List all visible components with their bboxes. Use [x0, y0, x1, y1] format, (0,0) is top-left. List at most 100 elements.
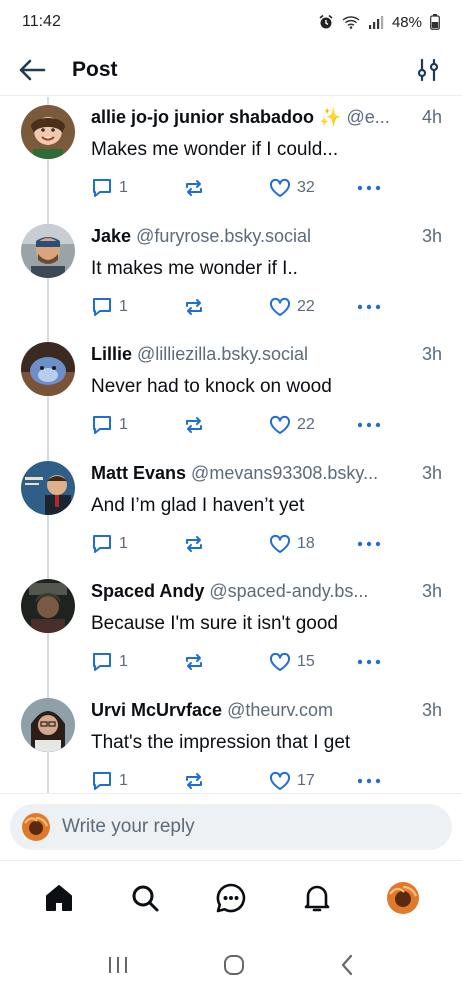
reply-count: 1 — [119, 653, 128, 670]
nav-notifications[interactable] — [293, 874, 341, 922]
reply-icon — [93, 653, 111, 671]
more-options-button[interactable] — [357, 778, 381, 784]
like-button[interactable]: 15 — [269, 652, 357, 672]
like-count: 22 — [297, 297, 315, 315]
system-nav-bar — [0, 935, 462, 1000]
reply-button[interactable]: 1 — [91, 533, 183, 555]
thread-post[interactable]: Urvi McUrvface @theurv.com 3h That's the… — [0, 689, 462, 793]
repost-icon — [186, 772, 202, 789]
thread-connector — [47, 571, 49, 579]
thread: allie jo-jo junior shabadoo ✨ @e... 4h M… — [0, 97, 462, 793]
post-timestamp[interactable]: 3h — [422, 344, 442, 365]
reply-icon — [93, 297, 111, 316]
thread-connector — [47, 215, 49, 224]
reply-button[interactable]: 1 — [91, 651, 183, 673]
more-options-button[interactable] — [357, 304, 381, 310]
battery-icon — [430, 14, 440, 30]
post-author-name[interactable]: Spaced Andy — [91, 581, 204, 601]
like-button[interactable]: 22 — [269, 297, 357, 317]
ellipsis-icon — [357, 541, 381, 546]
reply-icon — [93, 771, 111, 790]
post-author-name[interactable]: Lillie — [91, 344, 132, 364]
repost-button[interactable] — [183, 771, 269, 791]
home-system-button[interactable] — [222, 953, 246, 982]
post-author-handle[interactable]: @mevans93308.bsky... — [191, 463, 378, 483]
thread-post[interactable]: Spaced Andy @spaced-andy.bs... 3h Becaus… — [0, 571, 462, 690]
recent-apps-icon — [108, 957, 127, 973]
post-author-handle[interactable]: @spaced-andy.bs... — [209, 581, 368, 601]
avatar[interactable] — [21, 579, 75, 633]
more-options-button[interactable] — [357, 422, 381, 428]
repost-button[interactable] — [183, 178, 269, 198]
nav-home[interactable] — [35, 874, 83, 922]
ellipsis-icon — [357, 422, 381, 428]
repost-button[interactable] — [183, 534, 269, 554]
avatar[interactable] — [21, 105, 75, 159]
thread-post[interactable]: Lillie @lilliezilla.bsky.social 3h Never… — [0, 334, 462, 453]
like-button[interactable]: 18 — [269, 534, 357, 554]
heart-icon — [269, 652, 291, 671]
reply-count: 1 — [119, 179, 128, 196]
post-author-handle[interactable]: @furyrose.bsky.social — [136, 226, 311, 246]
post-author-name[interactable]: allie jo-jo junior shabadoo ✨ — [91, 107, 341, 127]
nav-search[interactable] — [121, 874, 169, 922]
repost-button[interactable] — [183, 652, 269, 672]
reply-placeholder: Write your reply — [62, 816, 195, 837]
post-timestamp[interactable]: 4h — [422, 107, 442, 128]
page-title: Post — [72, 57, 118, 81]
nav-profile[interactable] — [379, 874, 427, 922]
reply-count: 1 — [119, 297, 128, 315]
reply-button[interactable]: 1 — [91, 177, 183, 199]
recent-apps-button[interactable] — [107, 955, 129, 980]
chat-icon — [216, 883, 246, 912]
post-timestamp[interactable]: 3h — [422, 226, 442, 247]
more-options-button[interactable] — [357, 541, 381, 547]
thread-post[interactable]: allie jo-jo junior shabadoo ✨ @e... 4h M… — [0, 97, 462, 216]
reply-button[interactable]: 1 — [91, 296, 183, 318]
reply-input[interactable]: Write your reply — [10, 804, 452, 850]
repost-icon — [186, 654, 202, 670]
avatar[interactable] — [21, 697, 75, 752]
repost-button[interactable] — [183, 297, 269, 317]
like-button[interactable]: 32 — [269, 178, 357, 198]
post-author-handle[interactable]: @theurv.com — [227, 700, 333, 720]
avatar[interactable] — [21, 223, 75, 278]
status-bar: 11:42 48% — [0, 0, 462, 44]
post-author-name[interactable]: Urvi McUrvface — [91, 700, 222, 720]
thread-post[interactable]: Matt Evans @mevans93308.bsky... 3h And I… — [0, 452, 462, 571]
repost-icon — [186, 535, 202, 552]
thread-settings-button[interactable] — [412, 54, 444, 86]
post-author-handle[interactable]: @lilliezilla.bsky.social — [137, 344, 308, 364]
post-author-name[interactable]: Jake — [91, 226, 131, 246]
bottom-nav — [0, 860, 462, 934]
like-button[interactable]: 17 — [269, 771, 357, 791]
bell-icon — [304, 885, 330, 911]
reply-count: 1 — [119, 416, 128, 433]
system-back-button[interactable] — [339, 953, 355, 982]
thread-post[interactable]: Jake @furyrose.bsky.social 3h It makes m… — [0, 215, 462, 334]
post-timestamp[interactable]: 3h — [422, 700, 442, 721]
like-count: 22 — [297, 416, 315, 433]
reply-icon — [93, 534, 111, 553]
reply-button[interactable]: 1 — [91, 414, 183, 436]
reply-button[interactable]: 1 — [91, 770, 183, 792]
thread-connector — [47, 751, 49, 793]
avatar[interactable] — [21, 460, 75, 515]
nav-chat[interactable] — [207, 874, 255, 922]
post-timestamp[interactable]: 3h — [422, 581, 442, 602]
post-author-handle[interactable]: @e... — [346, 107, 389, 127]
ellipsis-icon — [357, 304, 381, 309]
repost-button[interactable] — [183, 415, 269, 435]
thread-connector — [47, 452, 49, 461]
avatar — [387, 881, 419, 914]
alarm-icon — [318, 14, 334, 30]
post-author-name[interactable]: Matt Evans — [91, 463, 186, 483]
more-options-button[interactable] — [357, 659, 381, 665]
back-button[interactable] — [18, 50, 58, 90]
avatar[interactable] — [21, 342, 75, 396]
like-button[interactable]: 22 — [269, 415, 357, 435]
more-options-button[interactable] — [357, 185, 381, 191]
repost-icon — [186, 180, 202, 196]
like-count: 17 — [297, 771, 315, 789]
post-timestamp[interactable]: 3h — [422, 463, 442, 484]
